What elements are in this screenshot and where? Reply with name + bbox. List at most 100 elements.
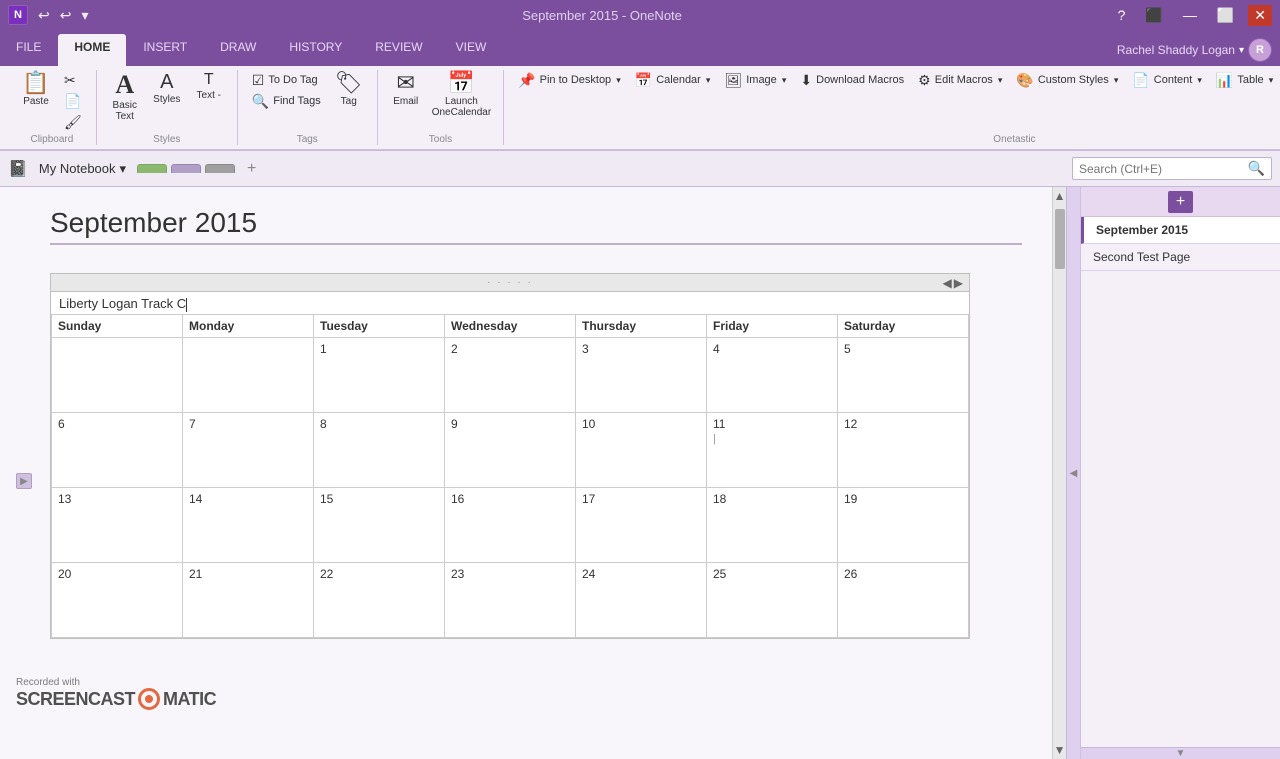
download-macros-button[interactable]: ⬇ Download Macros (794, 70, 910, 90)
calendar-cell[interactable]: 5 (838, 337, 969, 412)
resize-handle[interactable]: · · · · · (487, 277, 533, 288)
add-section-button[interactable]: + (239, 156, 264, 182)
calendar-cell[interactable]: 6 (52, 412, 183, 487)
paste-button[interactable]: 📋 Paste (16, 70, 56, 109)
collapse-panel-button[interactable]: ◀ (1066, 187, 1080, 759)
calendar-container: · · · · · ◀ ▶ Liberty Logan Track C Sund… (50, 273, 970, 639)
calendar-header-bar: · · · · · ◀ ▶ (51, 274, 969, 292)
undo-button[interactable]: ↩ (34, 5, 54, 26)
tab-insert[interactable]: INSERT (127, 34, 203, 66)
text-button[interactable]: T Text - (189, 70, 229, 103)
calendar-cell[interactable]: 7 (183, 412, 314, 487)
tab-view[interactable]: VIEW (440, 34, 503, 66)
calendar-cell[interactable]: 15 (314, 487, 445, 562)
notebook-dropdown-icon: ▾ (120, 161, 127, 177)
maximize-button[interactable]: ⬜ (1211, 5, 1240, 26)
help-button[interactable]: ? (1112, 5, 1132, 25)
minimize-button[interactable]: — (1177, 5, 1203, 25)
calendar-cell[interactable]: 14 (183, 487, 314, 562)
scroll-thumb[interactable] (1055, 209, 1065, 269)
cut-button[interactable]: ✂ (58, 70, 88, 90)
copy-button[interactable]: 📄 (58, 91, 88, 111)
calendar-cell[interactable]: 17 (576, 487, 707, 562)
section-tab-3[interactable] (205, 164, 235, 173)
email-button[interactable]: ✉ Email (386, 70, 426, 109)
pin-label: Pin to Desktop ▾ (540, 74, 621, 86)
calendar-cell[interactable]: 4 (707, 337, 838, 412)
calendar-cell[interactable]: 8 (314, 412, 445, 487)
account-menu[interactable]: ▾ (1235, 43, 1248, 58)
calendar-cell[interactable]: 10 (576, 412, 707, 487)
close-button[interactable]: ✕ (1248, 5, 1272, 26)
search-input[interactable] (1079, 162, 1248, 176)
calendar-cell[interactable]: 3 (576, 337, 707, 412)
calendar-cell[interactable]: 11| (707, 412, 838, 487)
calendar-cell[interactable]: 22 (314, 562, 445, 637)
calendar-cell[interactable]: 26 (838, 562, 969, 637)
tab-file[interactable]: FILE (0, 34, 57, 66)
image-button[interactable]: 🖼 Image ▾ (718, 70, 792, 90)
panel-scroll-down[interactable]: ▼ (1176, 748, 1186, 759)
custom-styles-button[interactable]: 🎨 Custom Styles ▾ (1010, 70, 1124, 90)
title-bar-left: N ↩ ↩ ▾ (8, 5, 93, 26)
page-title-input[interactable] (50, 207, 1022, 245)
redo-button[interactable]: ↩ (56, 5, 76, 26)
calendar-cell[interactable]: 18 (707, 487, 838, 562)
col-monday: Monday (183, 314, 314, 337)
calendar-cell[interactable]: 21 (183, 562, 314, 637)
watermark: Recorded with SCREENCAST MATIC (16, 677, 216, 710)
calendar-expand-left[interactable]: ◀ (943, 276, 952, 290)
page-item-september2015[interactable]: September 2015 (1081, 217, 1280, 244)
calendar-cell[interactable]: 24 (576, 562, 707, 637)
calendar-cell[interactable]: 20 (52, 562, 183, 637)
calendar-onetastic-button[interactable]: 📅 Calendar ▾ (629, 70, 717, 90)
add-page-button[interactable]: + (1168, 191, 1193, 213)
calendar-cell[interactable]: 2 (445, 337, 576, 412)
custom-styles-label: Custom Styles ▾ (1038, 74, 1119, 86)
calendar-cell[interactable]: 12 (838, 412, 969, 487)
col-tuesday: Tuesday (314, 314, 445, 337)
search-icon: 🔍 (1248, 160, 1265, 177)
tab-home[interactable]: HOME (58, 34, 126, 66)
page-fold-handle[interactable]: ▶ (16, 473, 32, 489)
launch-onecalendar-button[interactable]: 📅 LaunchOneCalendar (428, 70, 495, 120)
calendar-cell[interactable] (52, 337, 183, 412)
table-row: 20 21 22 23 24 25 26 (52, 562, 969, 637)
section-tab-1[interactable] (137, 164, 167, 173)
content-button[interactable]: 📄 Content ▾ (1126, 70, 1208, 90)
tag-button[interactable]: 🏷 Tag (329, 70, 369, 109)
find-tags-label: Find Tags (273, 95, 321, 107)
calendar-cell[interactable]: 1 (314, 337, 445, 412)
content-icon: 📄 (1132, 73, 1149, 87)
calendar-expand-right[interactable]: ▶ (954, 276, 963, 290)
section-tab-2[interactable] (171, 164, 201, 173)
tab-history[interactable]: HISTORY (273, 34, 358, 66)
calendar-cell[interactable]: 13 (52, 487, 183, 562)
table-button[interactable]: 📊 Table ▾ (1210, 70, 1279, 90)
tools-buttons: ✉ Email 📅 LaunchOneCalendar (386, 70, 495, 132)
page-item-second-test[interactable]: Second Test Page (1081, 244, 1280, 271)
calendar-cell[interactable] (183, 337, 314, 412)
customize-button[interactable]: ▾ (77, 5, 92, 26)
calendar-cell[interactable]: 25 (707, 562, 838, 637)
calendar-cell[interactable]: 19 (838, 487, 969, 562)
ribbon-group-styles: A BasicText A Styles T Text - Styles (97, 70, 238, 145)
edit-macros-icon: ⚙ (918, 73, 931, 87)
pin-to-desktop-button[interactable]: 📌 Pin to Desktop ▾ (512, 70, 627, 90)
tab-review[interactable]: REVIEW (359, 34, 438, 66)
basic-text-button[interactable]: A BasicText (105, 70, 145, 124)
find-tags-button[interactable]: 🔍 Find Tags (246, 91, 327, 111)
edit-macros-button[interactable]: ⚙ Edit Macros ▾ (912, 70, 1008, 90)
format-painter-button[interactable]: 🖌 (58, 112, 88, 132)
content-scrollbar: ▲ ▼ (1052, 187, 1066, 759)
calendar-cell[interactable]: 9 (445, 412, 576, 487)
content-label: Content ▾ (1154, 74, 1202, 86)
restore-button[interactable]: ⬛ (1139, 5, 1168, 26)
todo-tag-button[interactable]: ☑ To Do Tag (246, 70, 327, 90)
styles-button[interactable]: A Styles (147, 70, 187, 107)
notebook-selector[interactable]: My Notebook ▾ (32, 158, 133, 180)
calendar-cell[interactable]: 16 (445, 487, 576, 562)
basic-text-icon: A (115, 72, 134, 98)
calendar-cell[interactable]: 23 (445, 562, 576, 637)
tab-draw[interactable]: DRAW (204, 34, 272, 66)
